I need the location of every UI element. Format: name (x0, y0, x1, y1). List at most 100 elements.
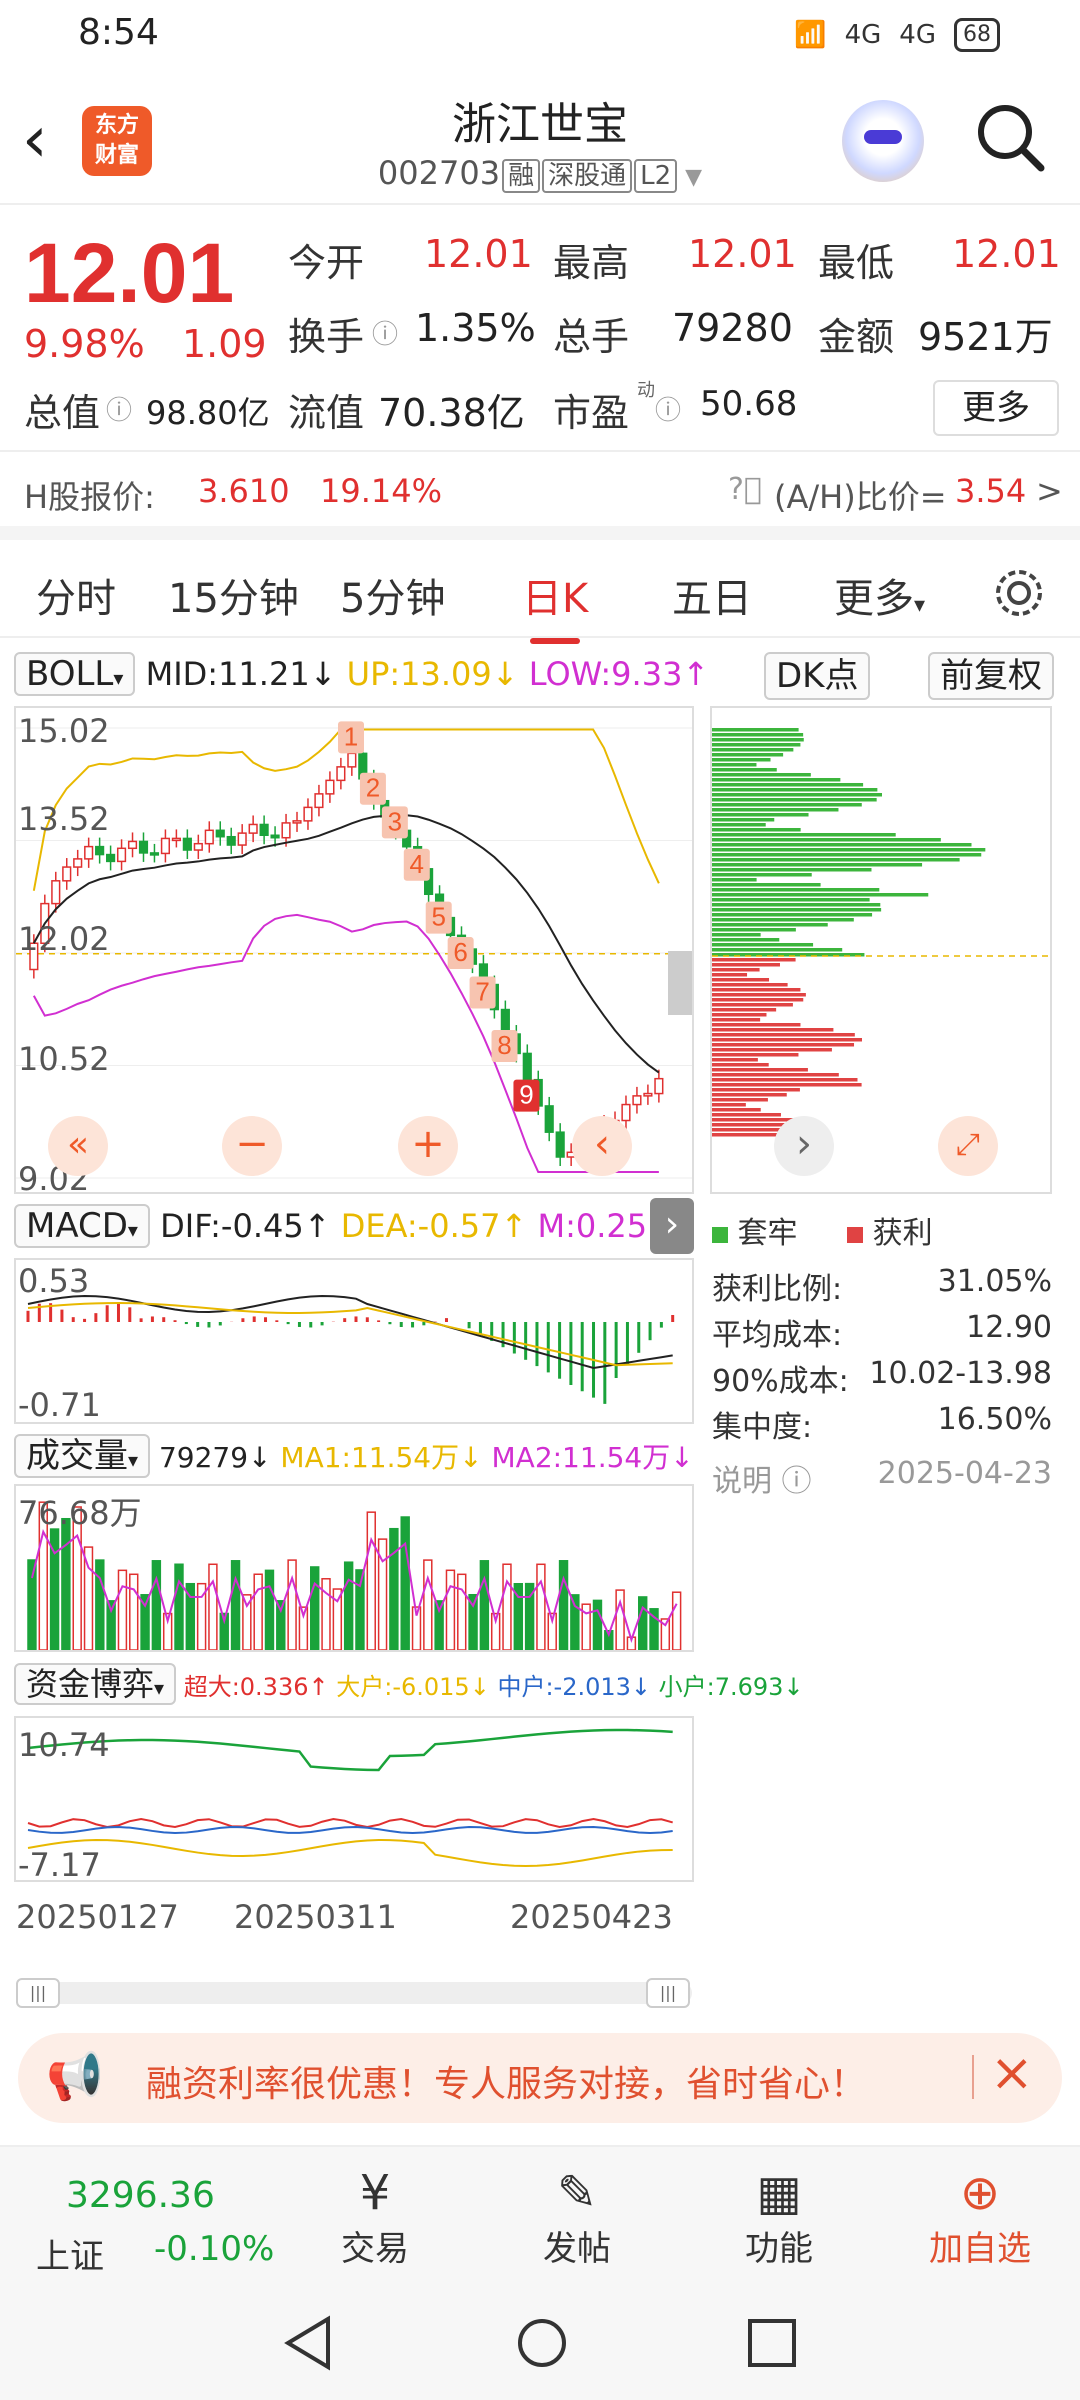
chip-bar (712, 798, 877, 802)
date-start: 20250127 (16, 1898, 179, 1936)
chip-next-icon[interactable]: › (774, 1116, 834, 1176)
chip-bar (712, 1118, 797, 1122)
mktcap-value: 98.80亿 (146, 394, 270, 432)
nav-trade[interactable]: ¥ 交易 (300, 2165, 450, 2270)
chip-bar (712, 968, 760, 972)
close-icon[interactable]: × (990, 2043, 1034, 2103)
tab-more[interactable]: 更多▾ (834, 566, 925, 624)
step-back-icon[interactable]: ‹ (572, 1116, 632, 1176)
expand-panel-icon[interactable]: › (650, 1198, 694, 1254)
info-icon[interactable]: ⓘ (782, 1464, 812, 1499)
nav-add-watchlist[interactable]: ⊕ 加自选 (905, 2165, 1055, 2270)
more-button[interactable]: 更多 (933, 380, 1059, 436)
volume-selector[interactable]: 成交量▾ (14, 1434, 151, 1478)
volume-indicator-row: 成交量▾ 79279↓ MA1:11.54万↓ MA2:11.54万↓ (14, 1434, 694, 1482)
level-tag: L2 (634, 159, 678, 193)
volume-bar (570, 1594, 580, 1651)
volume-value: 79279↓ (158, 1441, 272, 1474)
candle-body (73, 858, 83, 868)
boll-mid: MID:11.21↓ (145, 655, 337, 693)
chip-bar (712, 838, 941, 842)
axis-tick: -7.17 (18, 1846, 101, 1884)
info-icon[interactable]: ⓘ (372, 314, 398, 351)
fund-chart[interactable]: 10.74 -7.17 (14, 1716, 694, 1884)
boll-up-line (32, 728, 660, 891)
index-name[interactable]: 上证 (36, 2229, 104, 2278)
volume-bar (366, 1511, 376, 1651)
volume-bar (129, 1573, 139, 1651)
chip-bar (712, 758, 771, 762)
index-change[interactable]: -0.10% (154, 2229, 274, 2269)
wifi-icon: 📶 (794, 20, 827, 50)
nav-functions[interactable]: ▦ 功能 (704, 2165, 854, 2270)
zoom-out-icon[interactable]: − (222, 1116, 282, 1176)
chip-note-row[interactable]: 说明 ⓘ 2025-04-23 (712, 1456, 1052, 1502)
tab-daily[interactable]: 日K (522, 566, 588, 624)
search-icon[interactable] (975, 102, 1045, 172)
promo-banner[interactable]: 📢 融资利率很优惠！专人服务对接，省时省心！ × (18, 2033, 1062, 2123)
chip-bar (712, 918, 854, 922)
boll-selector[interactable]: BOLL▾ (14, 652, 136, 696)
axis-tick: 76.68万 (18, 1494, 142, 1532)
candle-body (643, 1092, 653, 1097)
tab-5day[interactable]: 五日 (672, 566, 752, 624)
volume-bar (208, 1563, 218, 1651)
info-icon[interactable]: ⓘ (655, 390, 681, 427)
chip-date: 2025-04-23 (877, 1456, 1052, 1491)
tab-15min[interactable]: 15分钟 (168, 566, 299, 624)
volume-chart[interactable]: 76.68万 (14, 1484, 694, 1652)
chip-distribution-chart[interactable]: › ⤢ (710, 706, 1052, 1194)
dif-line (27, 1295, 673, 1370)
amount-label: 金额 (818, 315, 895, 359)
system-navbar (0, 2285, 1080, 2400)
macd-chart[interactable]: 0.53 -0.71 (14, 1258, 694, 1424)
chip-bar (712, 1018, 761, 1022)
chip-bar (712, 1023, 801, 1027)
adjust-button[interactable]: 前复权 (928, 652, 1054, 700)
candle-body (259, 823, 269, 836)
slider-handle-right[interactable]: ||| (646, 1978, 690, 2008)
chip-bar (712, 783, 864, 787)
candle-body (215, 829, 225, 838)
assistant-avatar[interactable] (842, 100, 924, 182)
chip-bar (712, 753, 784, 757)
chip-bar (712, 1043, 855, 1047)
dk-point-button[interactable]: DK点 (764, 652, 871, 700)
nav-home-icon[interactable] (514, 2315, 570, 2371)
chevron-right-icon[interactable]: > (1036, 472, 1063, 510)
status-bar: 8:54 📶 4G 4G 68 (0, 0, 1080, 72)
tab-minute[interactable]: 分时 (36, 566, 116, 624)
scroll-left-icon[interactable]: « (48, 1116, 108, 1176)
nav-recents-icon[interactable] (746, 2317, 798, 2369)
index-value[interactable]: 3296.36 (66, 2175, 215, 2216)
banner-divider (972, 2055, 974, 2099)
expand-icon[interactable]: ⤢ (938, 1116, 998, 1176)
chip-bar (712, 943, 814, 947)
hshare-row[interactable]: H股报价: 3.610 19.14% ?⃝ (A/H)比价= 3.54 > (0, 450, 1080, 540)
chip-bar (712, 903, 881, 907)
axis-tick: 10.74 (18, 1726, 110, 1764)
zoom-in-icon[interactable]: + (398, 1116, 458, 1176)
kline-chart[interactable]: 123456789 15.02 13.52 12.02 10.52 9.02 «… (14, 706, 694, 1198)
macd-selector[interactable]: MACD▾ (14, 1204, 150, 1248)
candle-body (138, 840, 149, 854)
info-icon[interactable]: ⓘ (106, 390, 132, 427)
help-icon[interactable]: ?⃝ (728, 472, 762, 507)
chip-bar (712, 998, 804, 1002)
sequence-marker: 6 (453, 937, 467, 967)
candle-body (270, 834, 280, 839)
candle-body (303, 806, 313, 822)
nav-back-icon[interactable] (282, 2315, 334, 2371)
fund-selector[interactable]: 资金博弈▾ (14, 1663, 177, 1705)
change-amount: 1.09 (182, 322, 267, 366)
dropdown-icon[interactable]: ▼ (685, 165, 702, 190)
volume-bar (117, 1569, 128, 1651)
nav-post[interactable]: ✎ 发帖 (502, 2165, 652, 2270)
slider-handle-left[interactable]: ||| (16, 1978, 60, 2008)
chip-bar (712, 978, 770, 982)
gear-icon[interactable] (990, 564, 1048, 622)
chip-bar (712, 733, 804, 737)
axis-tick: 12.02 (18, 920, 110, 958)
tab-5min[interactable]: 5分钟 (340, 566, 445, 624)
range-slider[interactable]: ||| ||| (16, 1978, 692, 2008)
